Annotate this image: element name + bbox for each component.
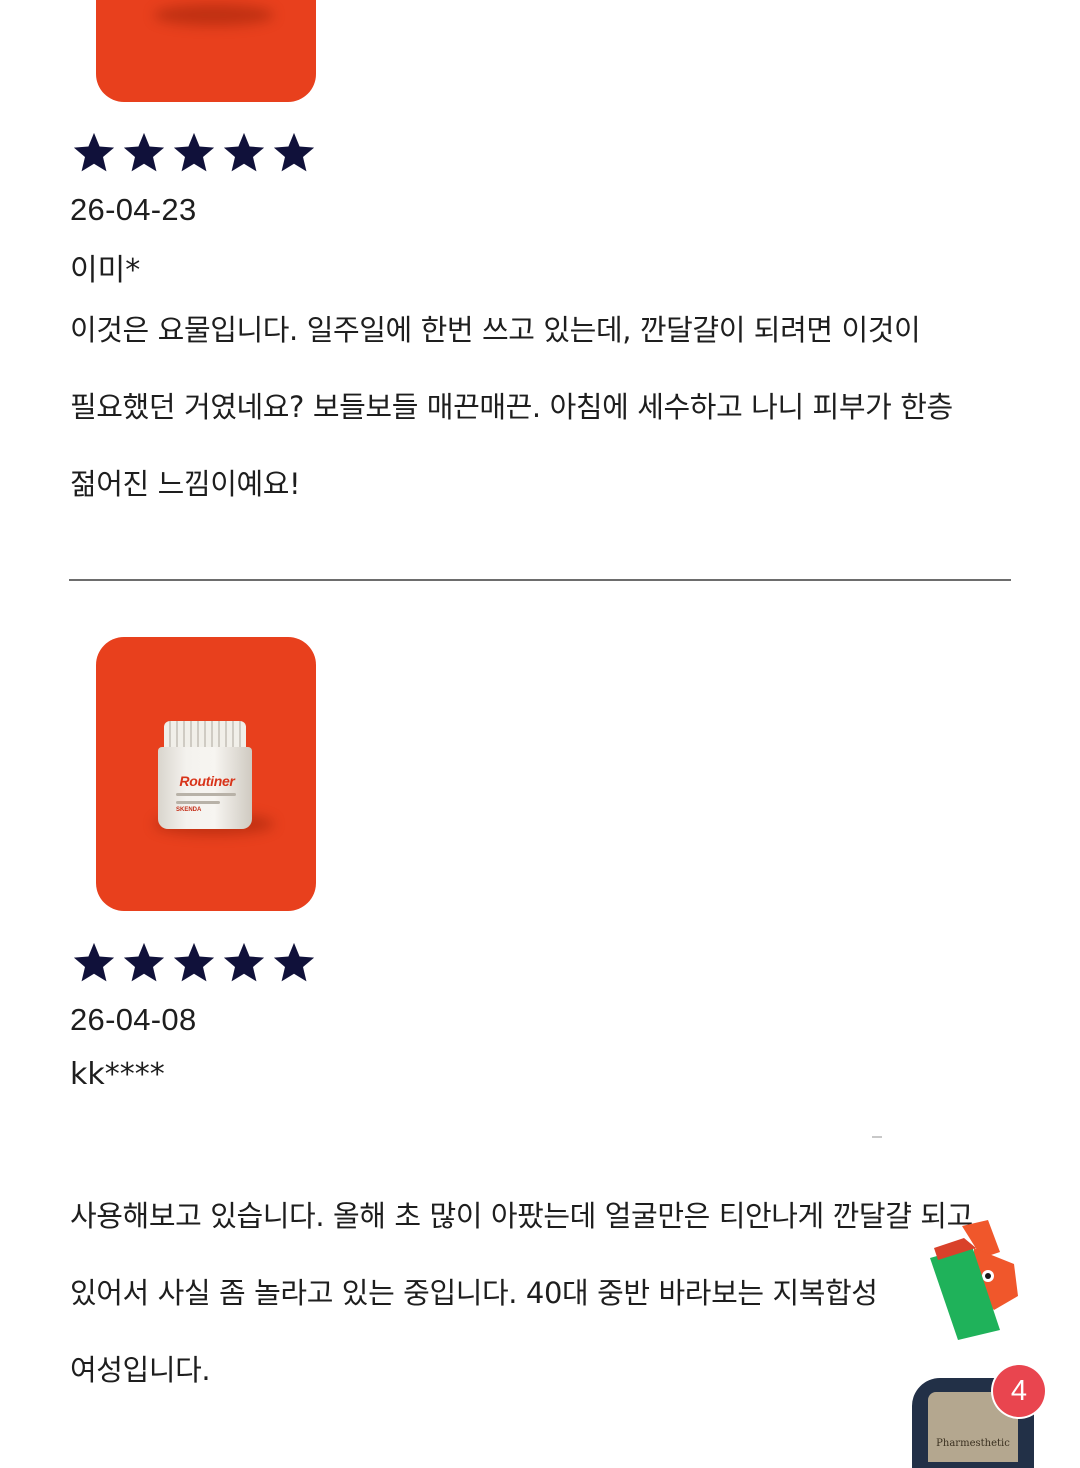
rating-stars [70, 130, 318, 176]
rating-stars [70, 940, 318, 986]
star-icon [73, 942, 115, 982]
review-date: 26-04-08 [70, 1002, 197, 1037]
review-divider [69, 579, 1011, 581]
product-maker: SKENDA [176, 807, 202, 813]
review-date: 26-04-23 [70, 192, 197, 227]
notification-badge: 4 [993, 1365, 1045, 1417]
star-icon [173, 942, 215, 982]
review-text-line: 이것은 요물입니다. 일주일에 한번 쓰고 있는데, 깐달걀이 되려면 이것이 [70, 313, 921, 347]
star-icon [273, 942, 315, 982]
star-icon [173, 132, 215, 172]
product-brand: Routiner [179, 773, 235, 789]
review-text: 사용해보고 있습니다. 올해 초 많이 아팠는데 얼굴만은 티안나게 깐달걀 되… [70, 1178, 1030, 1409]
divider-mark [872, 1136, 882, 1138]
review-author: kk**** [70, 1057, 165, 1092]
book-title: Pharmesthetic [936, 1438, 1010, 1449]
review-text-line: 사용해보고 있습니다. 올해 초 많이 아팠는데 얼굴만은 티안나게 깐달걀 되… [70, 1199, 973, 1233]
star-icon [223, 942, 265, 982]
review-text-line: 젊어진 느낌이예요! [70, 467, 301, 501]
review-text-line: 있어서 사실 좀 놀라고 있는 중입니다. 40대 중반 바라보는 지복합성 [70, 1276, 878, 1310]
star-icon [273, 132, 315, 172]
product-image[interactable]: #SKENDA [96, 0, 316, 102]
star-icon [73, 132, 115, 172]
review-text-line: 여성입니다. [70, 1353, 211, 1387]
product-image[interactable]: Routiner SKENDA [96, 637, 316, 911]
review-text-line: 필요했던 거였네요? 보들보들 매끈매끈. 아침에 세수하고 나니 피부가 한층 [70, 390, 953, 424]
review-text: 이것은 요물입니다. 일주일에 한번 쓰고 있는데, 깐달걀이 되려면 이것이 … [70, 292, 1030, 523]
star-icon [123, 132, 165, 172]
review-author: 이미* [70, 253, 141, 288]
star-icon [123, 942, 165, 982]
reading-mascot-icon[interactable] [924, 1218, 1024, 1342]
star-icon [223, 132, 265, 172]
